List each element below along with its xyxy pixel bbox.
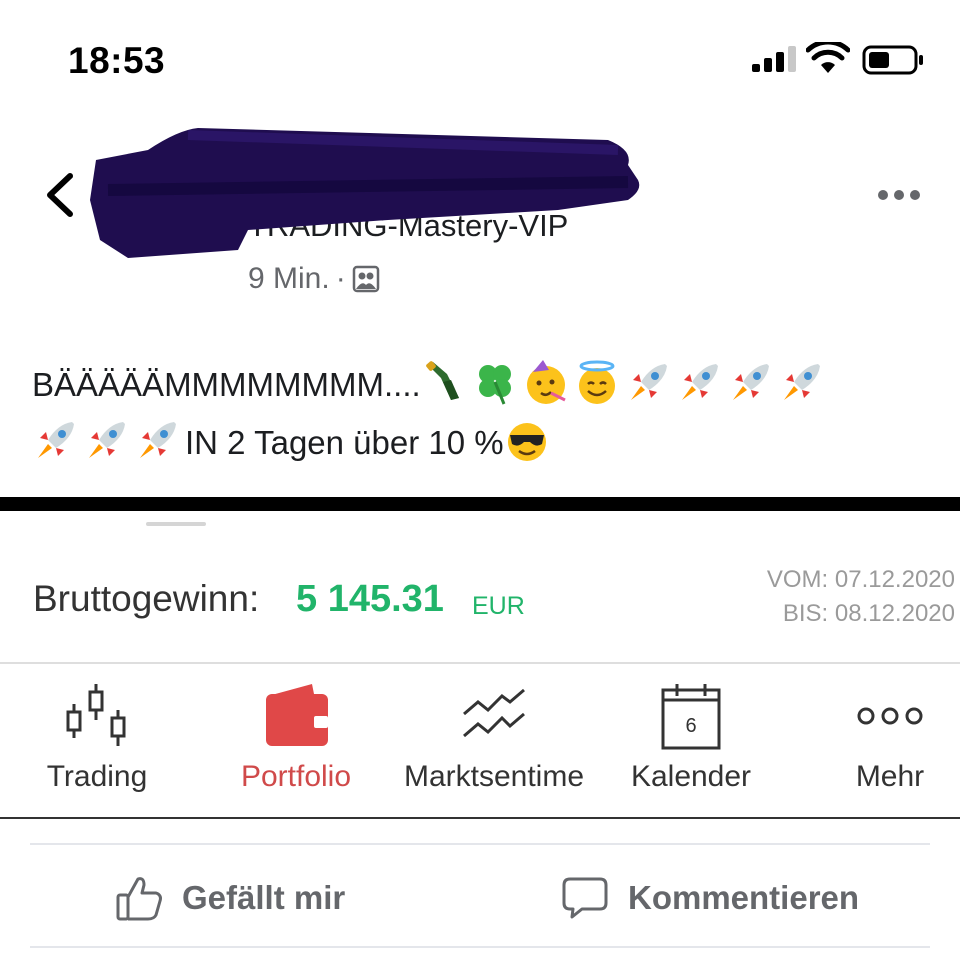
comment-label: Kommentieren — [628, 879, 860, 916]
wallet-icon — [266, 684, 328, 746]
more-options-icon[interactable] — [872, 180, 926, 210]
halo-face-emoji-icon — [578, 360, 615, 404]
rocket-emoji-icon — [38, 422, 74, 458]
partying-face-emoji-icon — [526, 360, 566, 404]
thumbs-up-icon — [116, 877, 162, 921]
comment-button[interactable]: Kommentieren — [560, 868, 859, 928]
wifi-icon — [806, 42, 850, 73]
back-chevron-icon[interactable] — [40, 170, 84, 220]
candlestick-icon — [66, 684, 126, 746]
rocket-emoji-icon — [89, 422, 125, 458]
like-button[interactable]: Gefällt mir — [114, 868, 345, 928]
rocket-emoji-icon — [630, 364, 667, 400]
post-time[interactable]: 9 Min. — [248, 262, 330, 295]
rocket-emoji-icon — [732, 364, 769, 400]
tab-marktsentiment[interactable]: Marktsentime — [394, 680, 594, 794]
rocket-emoji-icon — [681, 364, 718, 400]
date-from: VOM: 07.12.2020 — [767, 566, 955, 594]
post-text-line1: BÄÄÄÄÄMMMMMMMM.... — [32, 366, 421, 403]
cellular-signal-icon — [752, 46, 796, 72]
status-bar: 18:53 — [0, 0, 960, 110]
tab-portfolio[interactable]: Portfolio — [226, 680, 366, 794]
tab-kalender-label: Kalender — [630, 760, 752, 793]
profit-currency: EUR — [472, 592, 525, 620]
status-time: 18:53 — [68, 40, 166, 81]
post-text-line2: IN 2 Tagen über 10 % — [185, 424, 504, 461]
calendar-icon: 6 — [661, 684, 721, 750]
date-to: BIS: 08.12.2020 — [783, 600, 955, 628]
champagne-emoji-icon — [425, 361, 459, 400]
group-members-icon — [352, 265, 379, 293]
actions-top-divider — [30, 843, 930, 845]
battery-icon — [862, 45, 923, 75]
post-line-1: BÄÄÄÄÄMMMMMMMM.... — [32, 356, 932, 414]
image-bottom-edge — [0, 817, 960, 819]
comment-bubble-icon — [562, 877, 608, 919]
rocket-emoji-icon — [140, 422, 176, 458]
tab-portfolio-label: Portfolio — [240, 760, 352, 793]
date-from-value: 07.12.2020 — [834, 566, 955, 593]
redaction-scribble — [90, 128, 640, 258]
meta-separator: · — [335, 262, 346, 295]
date-to-value: 08.12.2020 — [834, 600, 955, 627]
tab-mehr[interactable]: Mehr — [840, 680, 940, 794]
divider-line — [0, 662, 960, 664]
like-label: Gefällt mir — [182, 879, 346, 916]
rocket-emoji-icon — [783, 364, 820, 400]
image-divider — [0, 497, 960, 511]
three-circles-icon — [857, 707, 923, 725]
tab-mehr-label: Mehr — [855, 760, 925, 793]
post-line-2: IN 2 Tagen über 10 % — [32, 414, 932, 472]
sunglasses-face-emoji-icon — [507, 423, 546, 461]
date-to-label: BIS: — [782, 600, 829, 627]
calendar-day-number: 6 — [685, 715, 696, 737]
date-from-label: VOM: — [766, 566, 829, 593]
actions-bottom-divider — [30, 946, 930, 948]
profit-label: Bruttogewinn: — [33, 578, 260, 619]
tab-trading-label: Trading — [46, 760, 148, 793]
sheet-handle — [146, 522, 206, 526]
tab-marktsentiment-label: Marktsentime — [403, 760, 585, 793]
trend-lines-icon — [463, 688, 525, 738]
post-body: BÄÄÄÄÄMMMMMMMM.... IN 2 Tagen über 10 % — [32, 356, 932, 472]
post-meta: 9 Min. · — [248, 262, 380, 296]
tab-trading[interactable]: Trading — [30, 680, 164, 794]
four-leaf-clover-emoji-icon — [478, 365, 511, 405]
tab-kalender[interactable]: 6 Kalender — [620, 680, 762, 794]
profit-value: 5 145.31 — [296, 578, 444, 620]
